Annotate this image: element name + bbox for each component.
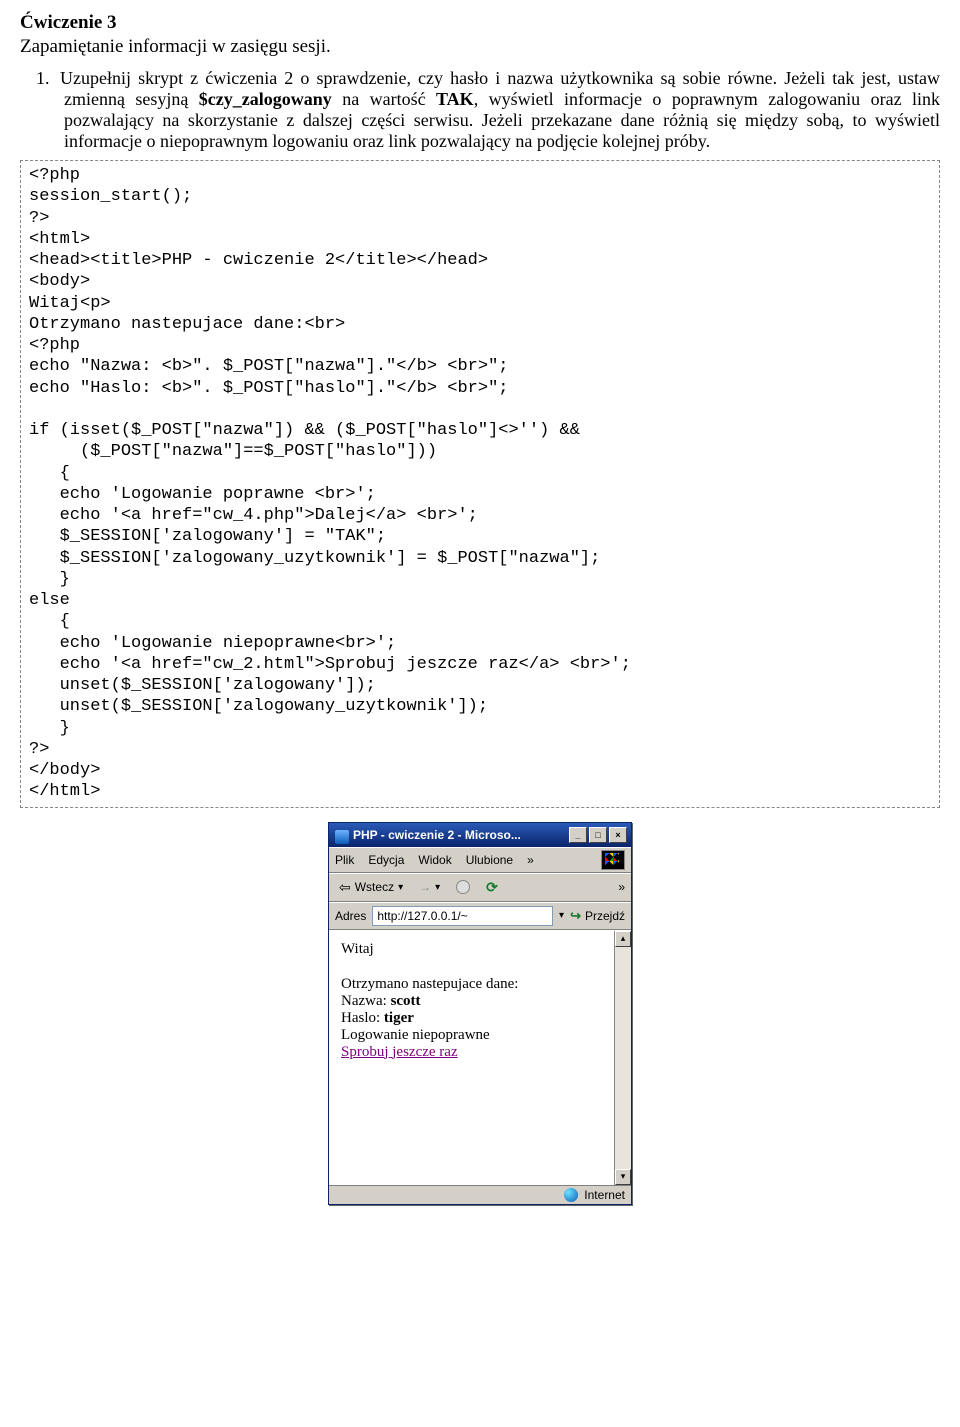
- maximize-button[interactable]: □: [589, 827, 607, 843]
- scroll-track[interactable]: [615, 947, 631, 1169]
- nav-toolbar: Wstecz ▾ ▾ »: [329, 873, 631, 902]
- go-icon: [570, 908, 581, 924]
- value-tak: TAK: [436, 89, 474, 109]
- page-nazwa-value: scott: [391, 993, 421, 1009]
- step-text-b: na wartość: [332, 89, 436, 109]
- scroll-up-button[interactable]: ▴: [615, 931, 631, 947]
- menu-edycja[interactable]: Edycja: [368, 853, 404, 867]
- forward-dropdown-caret[interactable]: ▾: [435, 882, 440, 893]
- toolbar-more[interactable]: »: [618, 880, 625, 894]
- page-nazwa-label: Nazwa:: [341, 993, 391, 1009]
- ie-page-icon: [335, 830, 349, 844]
- page-line-intro: Otrzymano nastepujace dane:: [341, 976, 619, 993]
- scroll-down-button[interactable]: ▾: [615, 1169, 631, 1185]
- status-text: Internet: [584, 1188, 625, 1202]
- menu-bar: Plik Edycja Widok Ulubione »: [329, 847, 631, 873]
- back-dropdown-caret[interactable]: ▾: [398, 882, 403, 893]
- stop-button[interactable]: [452, 878, 474, 896]
- exercise-subtitle: Zapamiętanie informacji w zasięgu sesji.: [20, 36, 940, 58]
- back-button[interactable]: Wstecz ▾: [335, 877, 407, 898]
- back-label: Wstecz: [355, 880, 394, 894]
- page-haslo-label: Haslo:: [341, 1010, 384, 1026]
- minimize-button[interactable]: _: [569, 827, 587, 843]
- vertical-scrollbar[interactable]: ▴ ▾: [614, 931, 631, 1185]
- go-label: Przejdź: [585, 909, 625, 923]
- address-input[interactable]: [372, 906, 553, 926]
- menu-more[interactable]: »: [527, 853, 534, 867]
- page-haslo-value: tiger: [384, 1010, 414, 1026]
- page-greeting: Witaj: [341, 941, 619, 958]
- var-name: $czy_zalogowany: [199, 89, 332, 109]
- refresh-button[interactable]: [482, 877, 502, 898]
- titlebar[interactable]: PHP - cwiczenie 2 - Microso... _ □ ×: [329, 823, 631, 847]
- menu-ulubione[interactable]: Ulubione: [466, 853, 513, 867]
- stop-icon: [456, 880, 470, 894]
- menu-plik[interactable]: Plik: [335, 853, 354, 867]
- code-listing: <?php session_start(); ?> <html> <head><…: [20, 160, 940, 808]
- status-bar: Internet: [329, 1185, 631, 1204]
- refresh-icon: [486, 879, 498, 896]
- address-label: Adres: [335, 909, 366, 923]
- internet-zone-icon: [564, 1188, 578, 1202]
- window-title: PHP - cwiczenie 2 - Microso...: [353, 828, 565, 842]
- close-button[interactable]: ×: [609, 827, 627, 843]
- page-content: Witaj Otrzymano nastepujace dane: Nazwa:…: [329, 931, 631, 1185]
- go-button[interactable]: Przejdź: [570, 908, 625, 924]
- page-login-status: Logowanie niepoprawne: [341, 1027, 619, 1044]
- forward-arrow-icon: [419, 880, 431, 894]
- ie-throbber-icon: [601, 850, 625, 870]
- forward-button[interactable]: ▾: [415, 878, 444, 896]
- exercise-title: Ćwiczenie 3: [20, 12, 940, 34]
- back-arrow-icon: [339, 879, 351, 896]
- address-dropdown[interactable]: ▾: [559, 910, 564, 921]
- address-bar: Adres ▾ Przejdź: [329, 902, 631, 930]
- step-1: 1.Uzupełnij skrypt z ćwiczenia 2 o spraw…: [64, 68, 940, 152]
- retry-link[interactable]: Sprobuj jeszcze raz: [341, 1044, 458, 1060]
- step-number: 1.: [36, 68, 60, 89]
- menu-widok[interactable]: Widok: [418, 853, 451, 867]
- browser-window: PHP - cwiczenie 2 - Microso... _ □ × Pli…: [328, 822, 632, 1205]
